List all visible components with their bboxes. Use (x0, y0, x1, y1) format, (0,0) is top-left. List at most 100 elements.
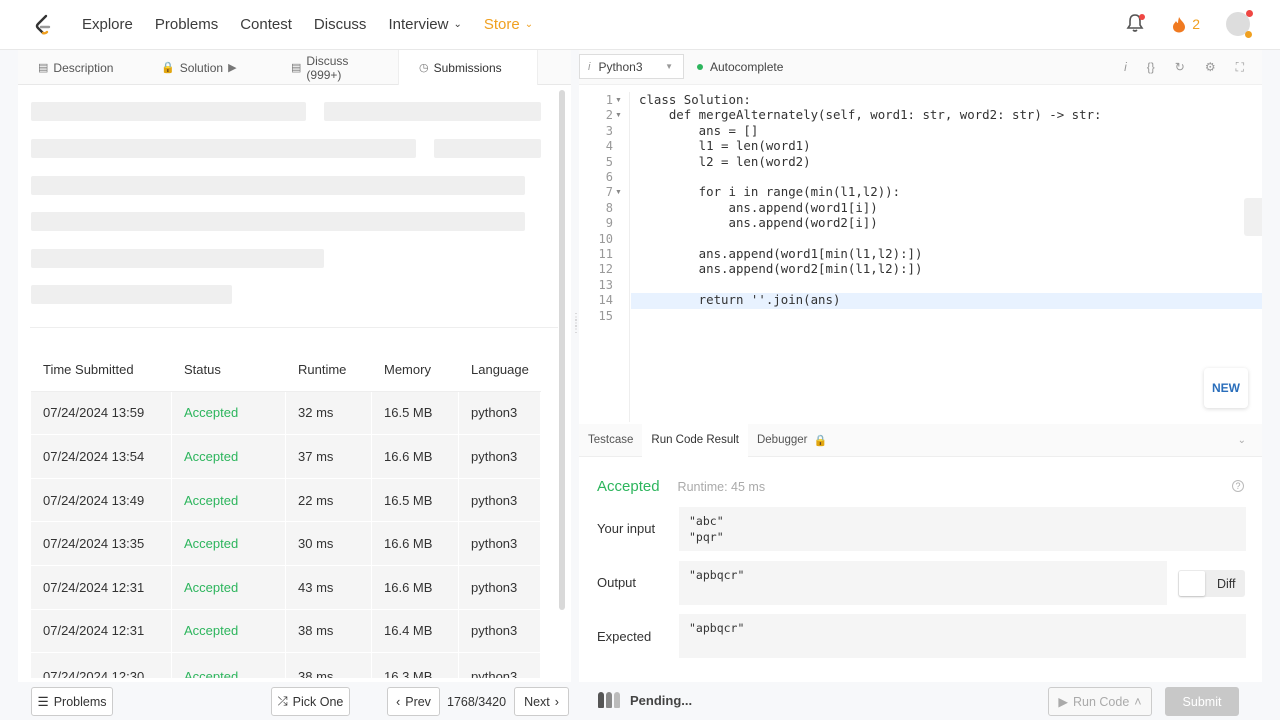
info-icon[interactable]: i (1124, 60, 1127, 75)
loading-skeleton (434, 139, 541, 158)
runtime-cell: 32 ms (286, 391, 372, 435)
chevron-down-icon: ⌄ (524, 19, 534, 30)
fold-arrow-icon[interactable]: ▼ (615, 189, 622, 196)
status-link[interactable]: Accepted (172, 565, 286, 609)
expected-label: Expected (597, 629, 652, 644)
nav-store[interactable]: Store ⌄ (484, 16, 533, 33)
prev-label: Prev (405, 694, 431, 709)
braces-icon[interactable]: {} (1147, 60, 1155, 75)
nav-interview[interactable]: Interview ⌄ (388, 16, 461, 33)
table-row[interactable]: 07/24/2024 12:31 Accepted 38 ms 16.4 MB … (31, 609, 541, 654)
nav-discuss[interactable]: Discuss (314, 16, 367, 33)
code-line[interactable]: ans.append(word1[i]) (639, 200, 878, 215)
bottom-bar: ☰ Problems ⤮ Pick One ‹ Prev 1768/3420 N… (0, 682, 1280, 720)
notification-dot (1139, 14, 1146, 20)
side-panel-handle[interactable] (1244, 198, 1262, 236)
code-line[interactable]: ans = [] (639, 123, 759, 138)
nav-contest[interactable]: Contest (240, 16, 292, 33)
status-link[interactable]: Accepted (172, 478, 286, 522)
leetcode-logo[interactable] (32, 13, 56, 37)
left-scrollbar[interactable] (559, 90, 565, 610)
tab-debugger[interactable]: Debugger 🔒 (748, 424, 836, 457)
table-row[interactable]: 07/24/2024 12:31 Accepted 43 ms 16.6 MB … (31, 565, 541, 610)
header-memory[interactable]: Memory (372, 348, 459, 391)
table-row[interactable]: 07/24/2024 13:49 Accepted 22 ms 16.5 MB … (31, 478, 541, 523)
tab-discuss[interactable]: ▤ Discuss (999+) (271, 50, 398, 85)
status-link[interactable]: Accepted (172, 609, 286, 653)
result-panel: Testcase Run Code Result Debugger 🔒 ⌄ Ac… (579, 423, 1262, 682)
avatar[interactable] (1226, 10, 1253, 38)
memory-cell: 16.5 MB (372, 391, 459, 435)
nav-explore[interactable]: Explore (82, 16, 133, 33)
new-feature-badge[interactable]: NEW (1204, 368, 1248, 408)
prev-button[interactable]: ‹ Prev (387, 687, 440, 716)
loading-skeleton (31, 176, 525, 195)
code-line[interactable]: l2 = len(word2) (639, 154, 811, 169)
pick-one-button[interactable]: ⤮ Pick One (271, 687, 350, 716)
line-number: 1 (605, 93, 613, 107)
status-link[interactable]: Accepted (172, 653, 286, 679)
table-row[interactable]: 07/24/2024 13:59 Accepted 32 ms 16.5 MB … (31, 391, 541, 436)
editor-toolbar: i Python3 ▼ Autocomplete i {} ↻ ⚙ ⛶ (579, 50, 1262, 85)
header-status[interactable]: Status (172, 348, 286, 391)
next-button[interactable]: Next › (514, 687, 569, 716)
code-line[interactable]: ans.append(word1[min(l1,l2):]) (639, 246, 923, 261)
problems-button[interactable]: ☰ Problems (31, 687, 113, 716)
code-line[interactable]: ans.append(word2[i]) (639, 215, 878, 230)
table-row[interactable]: 07/24/2024 13:35 Accepted 30 ms 16.6 MB … (31, 522, 541, 566)
submit-button[interactable]: Submit (1165, 687, 1239, 716)
status-link[interactable]: Accepted (172, 435, 286, 478)
language-select[interactable]: i Python3 ▼ (579, 54, 684, 79)
tab-run-code-result[interactable]: Run Code Result (642, 423, 748, 457)
time-cell: 07/24/2024 13:59 (31, 391, 172, 435)
fullscreen-icon[interactable]: ⛶ (1236, 60, 1244, 75)
code-editor-panel: i Python3 ▼ Autocomplete i {} ↻ ⚙ ⛶ 1 ▼ 2 ▼… (579, 50, 1262, 424)
fold-arrow-icon[interactable]: ▼ (615, 112, 622, 119)
diff-label: Diff (1217, 576, 1236, 591)
tab-description[interactable]: ▤ Description (18, 50, 141, 85)
streak-counter[interactable]: 2 (1172, 16, 1200, 33)
notification-bell-icon[interactable] (1126, 13, 1146, 35)
line-number: 12 (598, 262, 613, 277)
help-icon[interactable]: ? (1232, 480, 1244, 492)
code-line[interactable]: for i in range(min(l1,l2)): (639, 184, 900, 199)
code-line[interactable]: def mergeAlternately(self, word1: str, w… (639, 107, 1102, 122)
people-icon (598, 692, 620, 708)
header-runtime[interactable]: Runtime (286, 348, 372, 391)
panel-resize-handle[interactable]: ⋮ ⋮ ⋮ (571, 313, 581, 355)
run-code-label: Run Code (1073, 694, 1130, 709)
autocomplete-toggle[interactable]: Autocomplete (697, 60, 783, 74)
tab-testcase[interactable]: Testcase (579, 424, 642, 457)
language-cell: python3 (459, 522, 541, 565)
chevron-down-icon[interactable]: ⌄ (1238, 435, 1246, 446)
pending-label: Pending... (630, 692, 693, 708)
line-number: 2 (605, 108, 613, 123)
table-row[interactable]: 07/24/2024 13:54 Accepted 37 ms 16.6 MB … (31, 435, 541, 479)
clock-icon: ◷ (419, 62, 429, 74)
code-line[interactable]: class Solution: (639, 92, 751, 107)
header-language[interactable]: Language (459, 348, 541, 391)
tab-discuss-label: Discuss (999+) (306, 53, 349, 82)
settings-icon[interactable]: ⚙ (1205, 60, 1216, 75)
run-code-button[interactable]: ▶ Run Code ˄ (1048, 687, 1152, 716)
diff-toggle[interactable]: Diff (1178, 570, 1245, 597)
pick-one-label: Pick One (292, 694, 344, 709)
tab-solution[interactable]: 🔒 Solution ▶ (141, 50, 271, 85)
header-time-submitted[interactable]: Time Submitted (31, 348, 172, 391)
tab-submissions[interactable]: ◷ Submissions (398, 50, 538, 85)
loading-skeleton (31, 139, 416, 158)
status-link[interactable]: Accepted (172, 391, 286, 435)
lock-icon: 🔒 (813, 434, 828, 447)
line-number: 15 (598, 308, 613, 323)
nav-problems[interactable]: Problems (155, 16, 218, 33)
code-line[interactable]: l1 = len(word1) (639, 138, 811, 153)
your-input-label: Your input (597, 521, 656, 536)
fire-icon (1173, 16, 1186, 32)
fold-arrow-icon[interactable]: ▼ (615, 97, 622, 104)
reset-icon[interactable]: ↻ (1175, 60, 1185, 75)
code-line[interactable]: return ''.join(ans) (639, 292, 841, 307)
tab-solution-label: Solution (179, 60, 224, 75)
table-row[interactable]: 07/24/2024 12:30 Accepted 38 ms 16.3 MB … (31, 653, 541, 680)
status-link[interactable]: Accepted (172, 522, 286, 565)
code-line[interactable]: ans.append(word2[min(l1,l2):]) (639, 261, 923, 276)
